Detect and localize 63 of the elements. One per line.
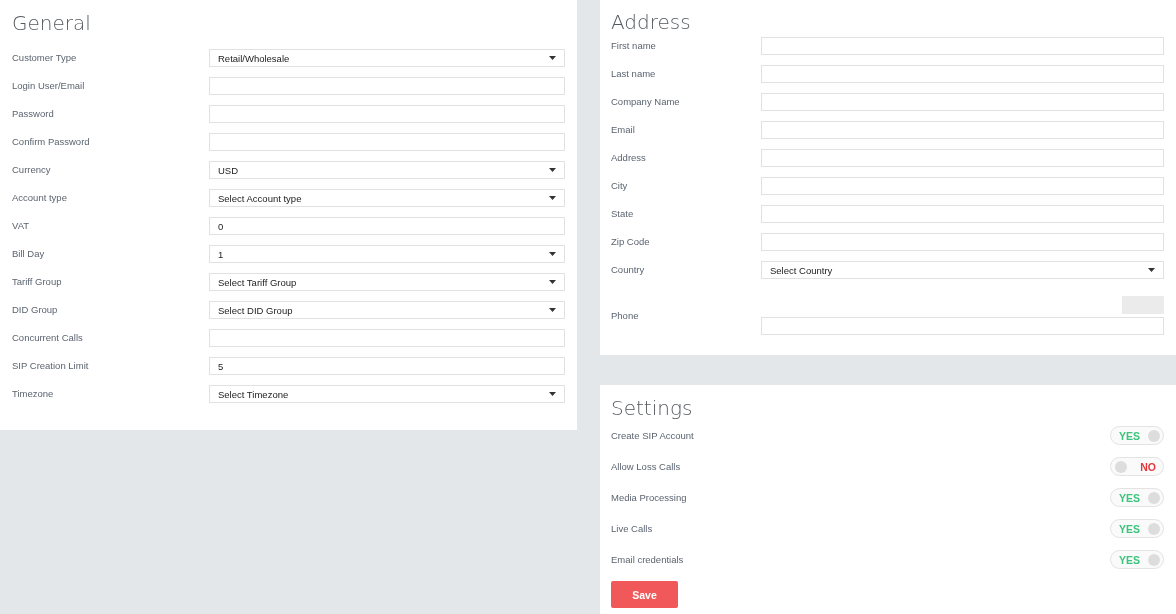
caret-icon: [1148, 268, 1155, 272]
field-label: Confirm Password: [12, 135, 91, 147]
caret-icon: [549, 56, 556, 60]
field-label: Company Name: [611, 95, 681, 107]
input-field[interactable]: 0: [209, 217, 565, 235]
section-title: Settings: [611, 396, 694, 420]
select-field[interactable]: 1: [209, 245, 565, 263]
section-title: Address: [611, 10, 692, 34]
select-field[interactable]: Select DID Group: [209, 301, 565, 319]
setting-label: Allow Loss Calls: [611, 461, 682, 472]
field-label: First name: [611, 39, 657, 51]
input-field[interactable]: [209, 105, 565, 123]
field-label: Country: [611, 263, 646, 275]
caret-icon: [549, 308, 556, 312]
input-field[interactable]: [209, 77, 565, 95]
field-label: Phone: [611, 309, 640, 321]
input-field[interactable]: [209, 329, 565, 347]
field-label: Currency: [12, 163, 52, 175]
caret-icon: [549, 252, 556, 256]
field-label: Last name: [611, 67, 657, 79]
select-field[interactable]: Select Country: [761, 261, 1164, 279]
field-label: Customer Type: [12, 51, 78, 63]
input-field[interactable]: [209, 133, 565, 151]
field-label: Email: [611, 123, 636, 135]
field-label: Login User/Email: [12, 79, 86, 91]
setting-label: Live Calls: [611, 523, 654, 534]
input-field[interactable]: [761, 233, 1164, 251]
field-label: Address: [611, 151, 647, 163]
field-label: SIP Creation Limit: [12, 359, 90, 371]
field-label: Zip Code: [611, 235, 651, 247]
field-label: Tariff Group: [12, 275, 63, 287]
field-label: Timezone: [12, 387, 55, 399]
select-field[interactable]: USD: [209, 161, 565, 179]
input-field[interactable]: 5: [209, 357, 565, 375]
field-label: Password: [12, 107, 55, 119]
field-label: DID Group: [12, 303, 59, 315]
input-field[interactable]: [761, 121, 1164, 139]
caret-icon: [549, 280, 556, 284]
input-field[interactable]: [761, 149, 1164, 167]
input-field[interactable]: [761, 316, 1164, 335]
caret-icon: [549, 168, 556, 172]
toggle-switch[interactable]: NO: [1110, 457, 1164, 476]
select-field[interactable]: Retail/Wholesale: [209, 49, 565, 67]
setting-label: Email credentials: [611, 554, 685, 565]
section-title: General: [12, 11, 92, 35]
input-field[interactable]: [761, 93, 1164, 111]
field-label: City: [611, 179, 629, 191]
input-field[interactable]: [761, 37, 1164, 55]
field-label: VAT: [12, 219, 31, 231]
input-field[interactable]: [761, 205, 1164, 223]
field-label: Bill Day: [12, 247, 46, 259]
caret-icon: [549, 196, 556, 200]
setting-label: Media Processing: [611, 492, 688, 503]
select-field[interactable]: Select Timezone: [209, 385, 565, 403]
select-field[interactable]: Select Account type: [209, 189, 565, 207]
field-label: State: [611, 207, 635, 219]
caret-icon: [549, 392, 556, 396]
field-label: Concurrent Calls: [12, 331, 84, 343]
input-field[interactable]: [761, 65, 1164, 83]
select-field[interactable]: Select Tariff Group: [209, 273, 565, 291]
setting-label: Create SIP Account: [611, 430, 695, 441]
input-field[interactable]: [761, 177, 1164, 195]
field-label: Account type: [12, 191, 68, 203]
